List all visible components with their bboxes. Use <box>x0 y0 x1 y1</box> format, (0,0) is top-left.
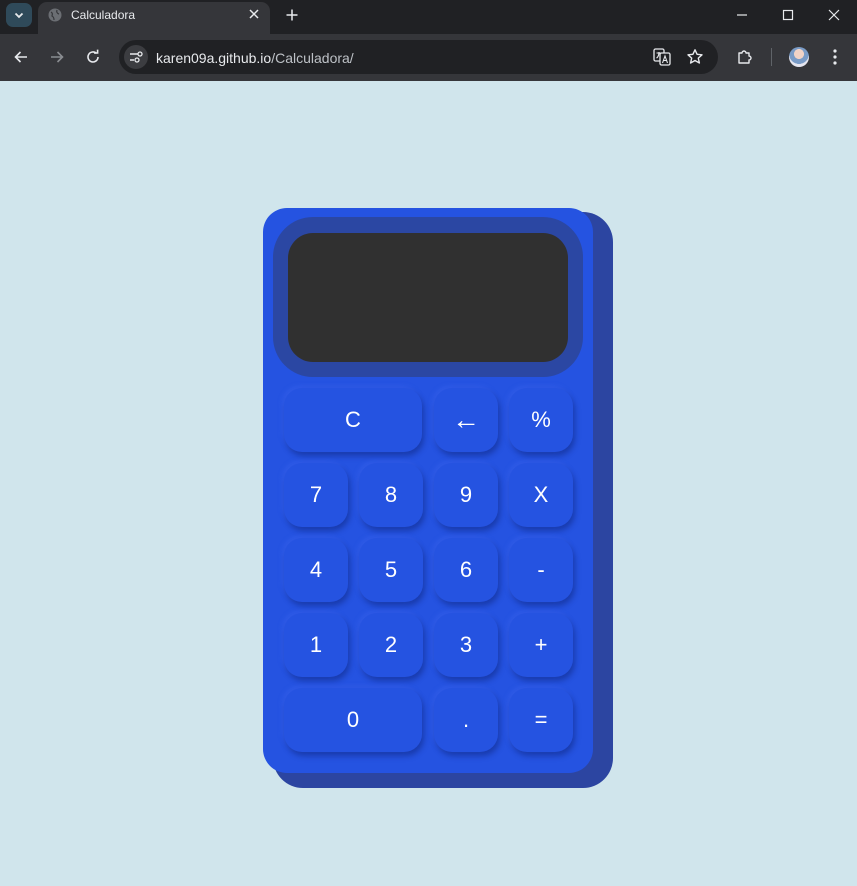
url-path: /Calculadora/ <box>271 50 354 66</box>
close-tab-button[interactable] <box>246 6 262 22</box>
minimize-icon <box>737 14 747 16</box>
maximize-window-button[interactable] <box>765 0 811 30</box>
multiply-button[interactable]: X <box>509 463 573 527</box>
equals-button[interactable]: = <box>509 688 573 752</box>
globe-icon <box>48 8 62 22</box>
url-host: karen09a.github.io <box>156 50 272 66</box>
tab-search-button[interactable] <box>6 3 32 27</box>
digit-1-button[interactable]: 1 <box>284 613 348 677</box>
profile-avatar[interactable] <box>789 47 809 67</box>
new-tab-button[interactable] <box>282 5 302 25</box>
digit-8-button[interactable]: 8 <box>359 463 423 527</box>
display-frame <box>273 217 583 377</box>
translate-icon <box>653 48 671 66</box>
site-info-button[interactable] <box>124 45 148 69</box>
clear-button[interactable]: C <box>284 388 422 452</box>
browser-tab-bar: Calculadora <box>0 0 857 34</box>
browser-tab[interactable]: Calculadora <box>38 2 270 34</box>
decimal-button[interactable]: . <box>434 688 498 752</box>
translate-button[interactable] <box>652 47 672 67</box>
digit-0-button[interactable]: 0 <box>284 688 422 752</box>
percent-button[interactable]: % <box>509 388 573 452</box>
toolbar-divider <box>771 48 772 66</box>
more-vertical-icon <box>833 49 837 65</box>
close-icon <box>828 9 840 21</box>
digit-6-button[interactable]: 6 <box>434 538 498 602</box>
calculator: C ← % 7 8 9 X 4 5 6 - 1 2 3 + 0 . = <box>263 208 593 773</box>
digit-5-button[interactable]: 5 <box>359 538 423 602</box>
minus-button[interactable]: - <box>509 538 573 602</box>
back-button[interactable] <box>8 44 34 70</box>
plus-button[interactable]: + <box>509 613 573 677</box>
calculator-display <box>288 233 568 362</box>
url-text: karen09a.github.io/Calculadora/ <box>156 50 354 66</box>
star-icon <box>687 49 703 64</box>
arrow-right-icon <box>51 51 64 63</box>
close-icon <box>249 9 259 19</box>
plus-icon <box>286 9 298 21</box>
backspace-button[interactable]: ← <box>434 388 498 452</box>
close-window-button[interactable] <box>811 0 857 30</box>
chevron-down-icon <box>14 12 24 19</box>
forward-button[interactable] <box>44 44 70 70</box>
digit-4-button[interactable]: 4 <box>284 538 348 602</box>
browser-menu-button[interactable] <box>823 45 847 69</box>
reload-button[interactable] <box>80 44 106 70</box>
bookmark-button[interactable] <box>685 47 705 67</box>
address-bar[interactable]: karen09a.github.io/Calculadora/ <box>119 40 718 74</box>
tune-icon <box>130 51 143 63</box>
minimize-window-button[interactable] <box>719 0 765 30</box>
puzzle-icon <box>738 50 752 64</box>
page-content: C ← % 7 8 9 X 4 5 6 - 1 2 3 + 0 . = <box>0 81 857 886</box>
arrow-left-icon <box>14 51 27 63</box>
maximize-icon <box>782 9 794 21</box>
browser-toolbar: karen09a.github.io/Calculadora/ <box>0 34 857 81</box>
digit-2-button[interactable]: 2 <box>359 613 423 677</box>
digit-9-button[interactable]: 9 <box>434 463 498 527</box>
reload-icon <box>87 49 99 63</box>
extensions-button[interactable] <box>733 45 757 69</box>
tab-title: Calculadora <box>71 8 136 22</box>
digit-7-button[interactable]: 7 <box>284 463 348 527</box>
digit-3-button[interactable]: 3 <box>434 613 498 677</box>
